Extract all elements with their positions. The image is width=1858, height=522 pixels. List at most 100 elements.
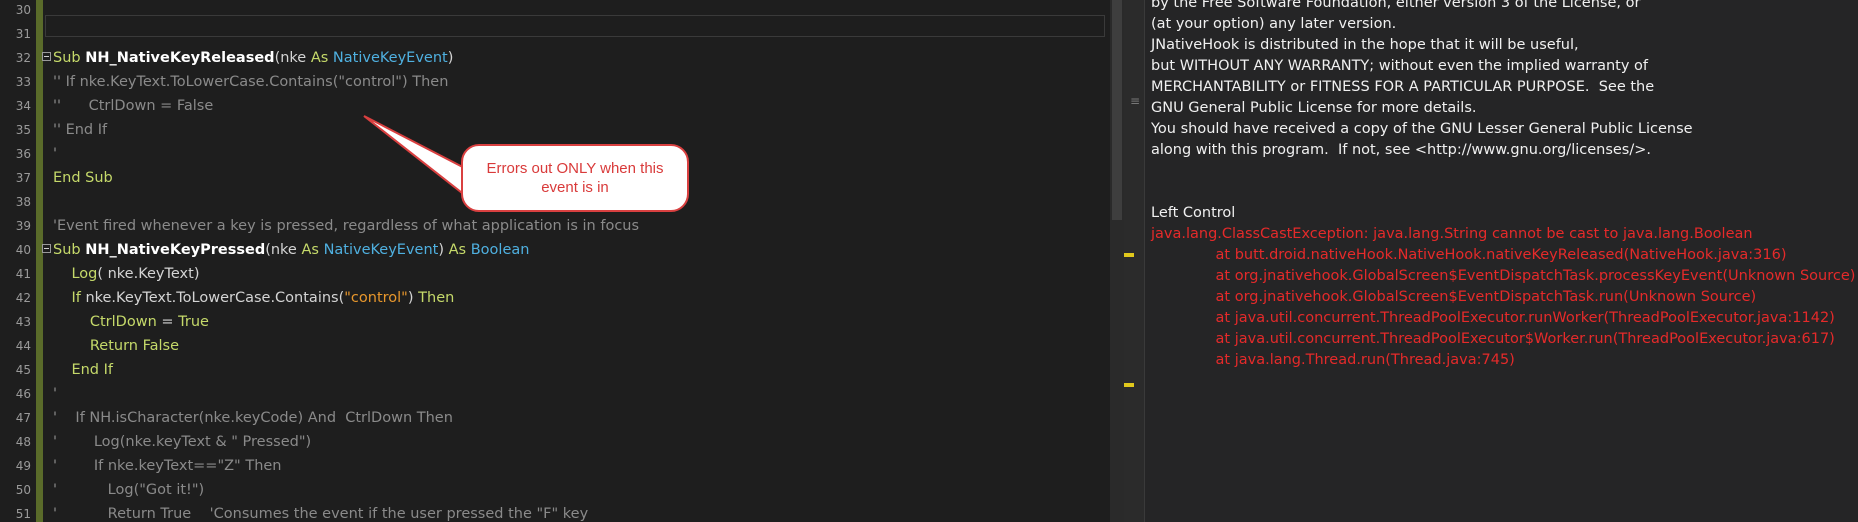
code-text: ' [53, 382, 57, 406]
code-token: As [301, 242, 324, 258]
code-token: CtrlDown [89, 314, 162, 330]
log-error-line: at org.jnativehook.GlobalScreen$EventDis… [1151, 268, 1856, 284]
code-line[interactable]: ' If nke.keyText=="Z" Then [43, 454, 1103, 478]
log-error-line: at java.util.concurrent.ThreadPoolExecut… [1151, 310, 1835, 326]
line-number: 41 [15, 267, 31, 281]
code-token: ) [407, 290, 419, 306]
annotation-callout: Errors out ONLY when this event is in [461, 144, 689, 212]
collapse-toggle-icon[interactable] [42, 52, 51, 61]
logs-pane[interactable]: by the Free Software Foundation, either … [1144, 0, 1858, 522]
code-text: ' Log(nke.keyText & " Pressed") [53, 430, 311, 454]
line-number: 47 [15, 411, 31, 425]
code-token: NH_NativeKeyReleased [85, 50, 275, 66]
code-line[interactable]: ' Log("Got it!") [43, 478, 1103, 502]
log-line: GNU General Public License for more deta… [1151, 100, 1477, 116]
code-token: (nke [265, 242, 302, 258]
code-text: '' If nke.KeyText.ToLowerCase.Contains("… [53, 70, 448, 94]
code-text: CtrlDown = True [53, 310, 209, 334]
code-text: ' Return True 'Consumes the event if the… [53, 502, 588, 522]
code-area[interactable]: Sub NH_NativeKeyReleased (nke As NativeKe… [42, 0, 1108, 522]
code-text: ' [53, 142, 57, 166]
code-line[interactable]: ' Log(nke.keyText & " Pressed") [43, 430, 1103, 454]
collapse-toggle-icon[interactable] [42, 244, 51, 253]
log-error-line: java.lang.ClassCastException: java.lang.… [1151, 226, 1753, 242]
code-line[interactable] [43, 22, 1103, 46]
log-error-line: at butt.droid.nativeHook.NativeHook.nati… [1151, 247, 1787, 263]
code-editor[interactable]: 30 31 32 33 34 35 36 37 38 39 40 41 42 43 44 45 46 47 48 49… [0, 0, 1110, 522]
scrollbar-thumb[interactable] [1112, 0, 1122, 220]
code-line[interactable]: If nke.KeyText.ToLowerCase.Contains("con… [43, 286, 1103, 310]
line-number: 44 [15, 339, 31, 353]
code-token: NativeKeyEvent [332, 50, 448, 66]
line-number: 31 [15, 27, 31, 41]
code-token: nke.KeyText.ToLowerCase.Contains( [85, 290, 345, 306]
code-token: ' Return True 'Consumes the event if the… [53, 506, 589, 522]
code-line[interactable]: '' CtrlDown = False [43, 94, 1103, 118]
error-marker[interactable] [1124, 383, 1134, 387]
log-line: Left Control [1151, 205, 1236, 221]
line-number: 48 [15, 435, 31, 449]
code-token: If [71, 290, 86, 306]
line-number: 30 [15, 3, 31, 17]
code-token: Sub [53, 242, 86, 258]
code-line[interactable]: Return False [43, 334, 1103, 358]
code-token: '' CtrlDown = False [53, 98, 214, 114]
code-line[interactable]: 'Event fired whenever a key is pressed, … [43, 214, 1103, 238]
code-token: ) [438, 242, 449, 258]
log-error-line: at java.util.concurrent.ThreadPoolExecut… [1151, 331, 1835, 347]
code-text: Sub NH_NativeKeyPressed(nke As NativeKey… [53, 238, 529, 262]
error-marker[interactable] [1124, 253, 1134, 257]
code-line[interactable]: ' Return True 'Consumes the event if the… [43, 502, 1103, 522]
line-number: 49 [15, 459, 31, 473]
code-line[interactable]: ' If NH.isCharacter(nke.keyCode) And Ctr… [43, 406, 1103, 430]
line-number: 45 [15, 363, 31, 377]
code-token: ' [53, 386, 57, 402]
line-number: 40 [15, 243, 31, 257]
code-line[interactable]: CtrlDown = True [43, 310, 1103, 334]
code-text: Return False [53, 334, 179, 358]
code-token: '' If nke.KeyText.ToLowerCase.Contains("… [53, 74, 449, 90]
code-token: "control" [344, 290, 408, 306]
code-token: Then [418, 290, 455, 306]
code-line[interactable]: End If [43, 358, 1103, 382]
code-text: End If [53, 358, 113, 382]
code-line[interactable]: ' [43, 382, 1103, 406]
code-token: 'Event fired whenever a key is pressed, … [53, 218, 640, 234]
editor-vertical-scrollbar[interactable] [1110, 0, 1124, 522]
code-line[interactable]: Sub NH_NativeKeyPressed(nke As NativeKey… [42, 238, 1103, 262]
code-line[interactable]: Sub NH_NativeKeyReleased(nke As NativeKe… [42, 46, 1103, 70]
log-line: by the Free Software Foundation, either … [1151, 0, 1641, 11]
line-number: 51 [15, 507, 31, 521]
code-token: NativeKeyEvent [323, 242, 439, 258]
code-token: End Sub [53, 170, 113, 186]
code-token: As [448, 242, 471, 258]
line-number: 43 [15, 315, 31, 329]
code-line[interactable] [43, 0, 1103, 22]
line-number: 36 [15, 147, 31, 161]
line-number: 50 [15, 483, 31, 497]
code-text: End Sub [53, 166, 113, 190]
code-line[interactable]: '' End If [43, 118, 1103, 142]
code-token: Return False [89, 338, 179, 354]
code-text: ' Log("Got it!") [53, 478, 204, 502]
code-token: = [161, 314, 179, 330]
code-token: Boolean [470, 242, 530, 258]
error-marker-strip [1124, 0, 1144, 522]
line-number: 32 [15, 51, 31, 65]
line-number: 34 [15, 99, 31, 113]
code-line[interactable]: '' If nke.KeyText.ToLowerCase.Contains("… [43, 70, 1103, 94]
code-token: '' End If [53, 122, 108, 138]
callout-text: Errors out ONLY when this event is in [486, 160, 664, 196]
log-line: (at your option) any later version. [1151, 16, 1397, 32]
changed-lines-margin [36, 0, 43, 522]
log-error-line: at org.jnativehook.GlobalScreen$EventDis… [1151, 289, 1757, 305]
code-line[interactable]: Log( nke.KeyText) [43, 262, 1103, 286]
log-line: JNativeHook is distributed in the hope t… [1151, 37, 1579, 53]
log-line: but WITHOUT ANY WARRANTY; without even t… [1151, 58, 1649, 74]
line-number: 38 [15, 195, 31, 209]
code-token: ' Log(nke.keyText & " Pressed") [53, 434, 312, 450]
